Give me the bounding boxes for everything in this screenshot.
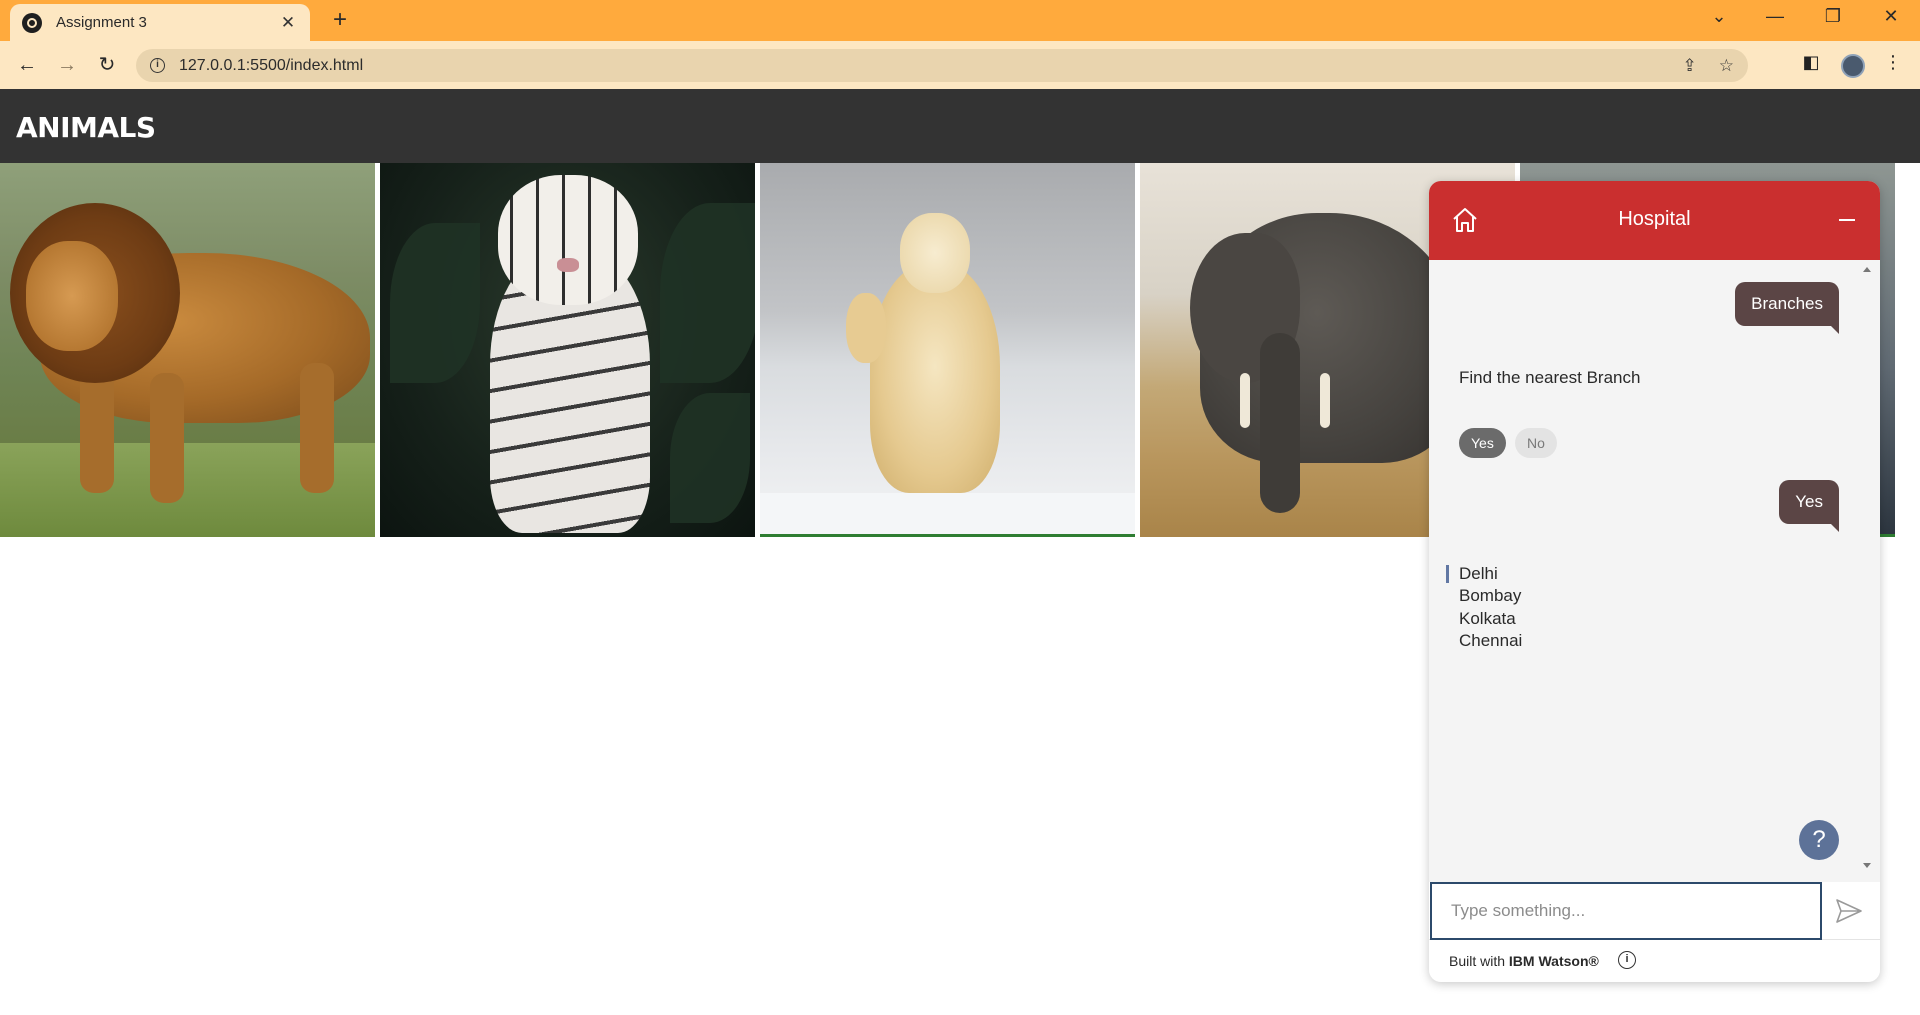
scroll-down-icon[interactable] — [1863, 863, 1871, 868]
chat-footer: Built with IBM Watson® i — [1429, 940, 1880, 982]
info-icon[interactable]: i — [1618, 951, 1636, 969]
option-yes-button[interactable]: Yes — [1459, 428, 1506, 458]
branch-item: Delhi — [1459, 564, 1498, 583]
tab-close-button[interactable]: ✕ — [278, 13, 298, 33]
chat-header: Hospital — [1429, 181, 1880, 260]
lion-image — [0, 163, 375, 537]
restore-window-icon[interactable]: ❐ — [1818, 6, 1848, 27]
page-title: ANIMALS — [16, 111, 156, 144]
share-icon[interactable]: ⇪ — [1683, 56, 1697, 76]
option-no-button[interactable]: No — [1515, 428, 1557, 458]
help-button[interactable]: ? — [1799, 820, 1839, 860]
tab-title: Assignment 3 — [56, 14, 147, 31]
address-bar[interactable]: i 127.0.0.1:5500/index.html ⇪ ☆ — [136, 49, 1748, 82]
site-header: ANIMALS — [0, 89, 1920, 163]
site-info-icon[interactable]: i — [150, 58, 165, 73]
branch-item: Chennai — [1459, 631, 1523, 650]
send-icon[interactable] — [1835, 898, 1863, 924]
bookmark-star-icon[interactable]: ☆ — [1719, 56, 1734, 76]
back-icon[interactable]: ← — [12, 51, 42, 79]
profile-avatar[interactable] — [1841, 54, 1865, 78]
forward-icon[interactable]: → — [52, 51, 82, 79]
polar-bear-image — [760, 163, 1135, 537]
chat-input-area — [1429, 882, 1880, 940]
menu-kebab-icon[interactable]: ⋮ — [1880, 52, 1906, 73]
user-message: Yes — [1779, 480, 1839, 532]
minimize-window-icon[interactable]: — — [1760, 6, 1790, 27]
chat-widget: Hospital Branches Find the nearest Branc… — [1429, 181, 1880, 982]
url-text[interactable]: 127.0.0.1:5500/index.html — [179, 57, 1661, 75]
branch-item: Bombay — [1459, 586, 1522, 605]
chat-title: Hospital — [1618, 208, 1691, 230]
user-message: Branches — [1735, 282, 1839, 334]
branch-list-indicator — [1446, 565, 1449, 583]
browser-toolbar: ← → ↻ i 127.0.0.1:5500/index.html ⇪ ☆ ◧ … — [0, 41, 1920, 89]
new-tab-button[interactable]: + — [326, 6, 354, 34]
chat-scrollbar[interactable] — [1860, 263, 1874, 873]
chat-message-input[interactable] — [1430, 882, 1822, 940]
minimize-icon[interactable] — [1839, 219, 1855, 221]
branch-item: Kolkata — [1459, 609, 1516, 628]
white-tiger-image — [380, 163, 755, 537]
bot-message: Find the nearest Branch — [1459, 368, 1641, 387]
browser-tab-bar: Assignment 3 ✕ + ⌄ — ❐ ✕ — [0, 0, 1920, 41]
globe-icon — [22, 12, 42, 33]
side-panel-icon[interactable]: ◧ — [1798, 52, 1824, 73]
browser-tab[interactable]: Assignment 3 ✕ — [10, 4, 310, 41]
built-with-text: Built with IBM Watson® — [1449, 953, 1599, 969]
close-window-icon[interactable]: ✕ — [1876, 6, 1906, 27]
watson-brand: IBM Watson® — [1508, 953, 1599, 969]
reload-icon[interactable]: ↻ — [92, 51, 122, 79]
scroll-up-icon[interactable] — [1863, 267, 1871, 272]
tab-search-icon[interactable]: ⌄ — [1704, 6, 1734, 27]
